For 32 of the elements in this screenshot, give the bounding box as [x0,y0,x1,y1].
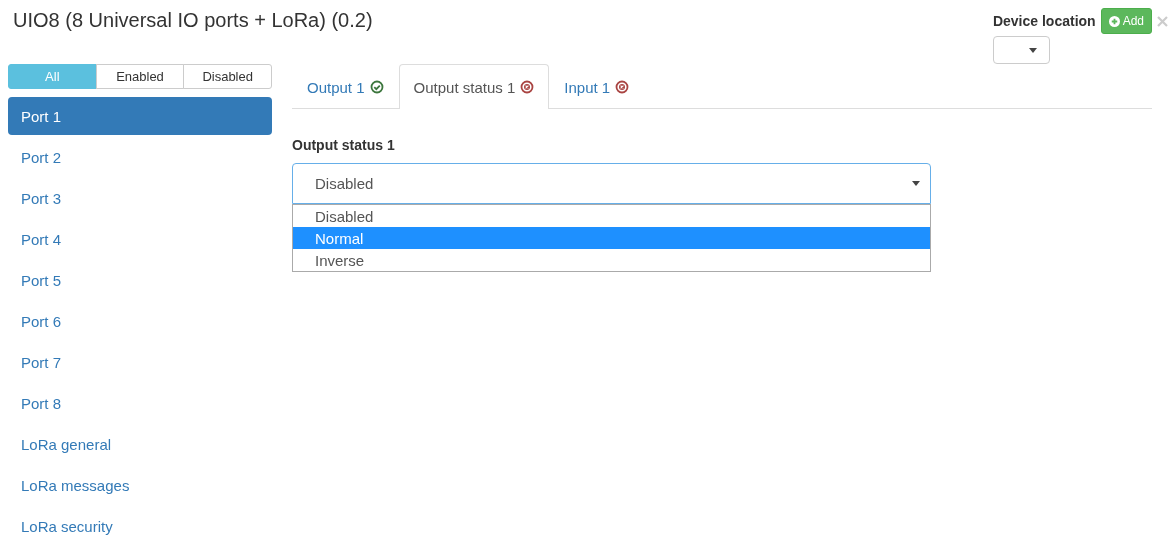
tab[interactable]: Input 1 [549,64,645,109]
add-button[interactable]: Add [1100,8,1152,34]
sidebar-item[interactable]: Port 5 [8,261,272,299]
sidebar-item[interactable]: Port 8 [8,384,272,422]
sidebar-item[interactable]: Port 3 [8,179,272,217]
x-circle-icon [615,80,630,94]
sidebar-item[interactable]: Port 2 [8,138,272,176]
sidebar-item[interactable]: LoRa messages [8,466,272,504]
sidebar-item[interactable]: Port 1 [8,97,272,135]
close-icon[interactable] [1157,15,1168,27]
sidebar-item[interactable]: Port 4 [8,220,272,258]
plus-circle-icon [1108,15,1120,27]
filter-button[interactable]: Disabled [183,64,272,89]
output-status-select[interactable]: Disabled [292,163,931,204]
caret-icon [1028,47,1037,53]
tab[interactable]: Output 1 [292,64,399,109]
page-title: UIO8 (8 Universal IO ports + LoRa) (0.2) [13,9,373,33]
caret-icon [912,181,920,186]
check-circle-icon [369,80,384,94]
sidebar-item[interactable]: LoRa security [8,507,272,545]
tab[interactable]: Output status 1 [398,64,550,109]
field-label: Output status 1 [292,137,396,153]
sidebar-item[interactable]: Port 6 [8,302,272,340]
location-select[interactable] [992,36,1050,64]
device-location-label: Device location [992,13,1096,29]
x-circle-icon [520,80,535,94]
sidebar-item[interactable]: Port 7 [8,343,272,381]
sidebar-item[interactable]: LoRa general [8,425,272,463]
dropdown-option[interactable]: Disabled [293,205,930,227]
dropdown-option[interactable]: Normal [293,227,930,249]
filter-button[interactable]: Enabled [95,64,185,89]
dropdown-option[interactable]: Inverse [293,249,930,271]
